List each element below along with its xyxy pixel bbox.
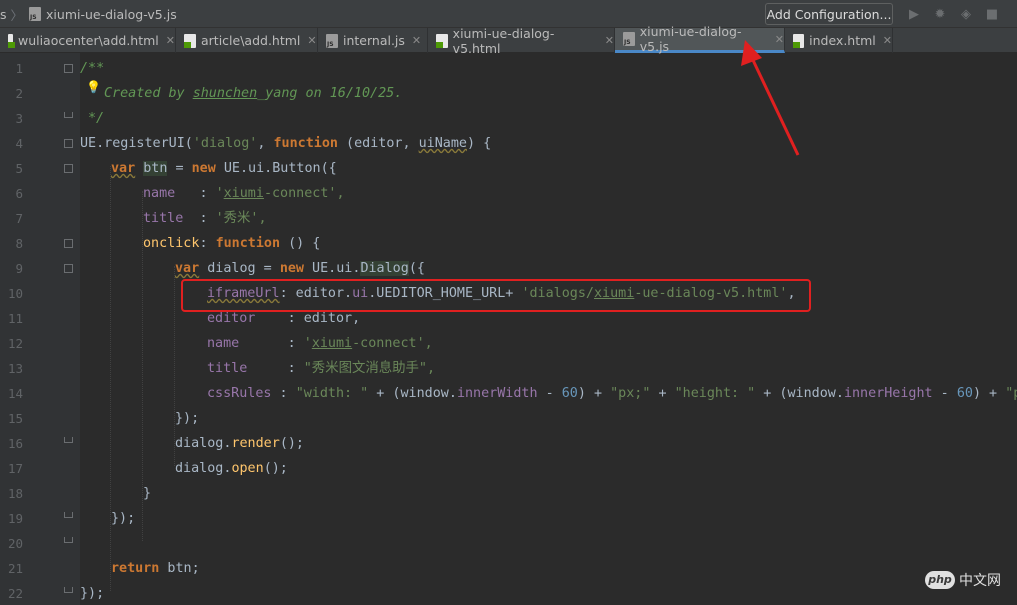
watermark: php 中文网 bbox=[925, 570, 1001, 590]
annotation-arrow-icon bbox=[741, 40, 800, 156]
watermark-text: 中文网 bbox=[959, 573, 1001, 589]
php-logo-icon: php bbox=[925, 571, 955, 589]
